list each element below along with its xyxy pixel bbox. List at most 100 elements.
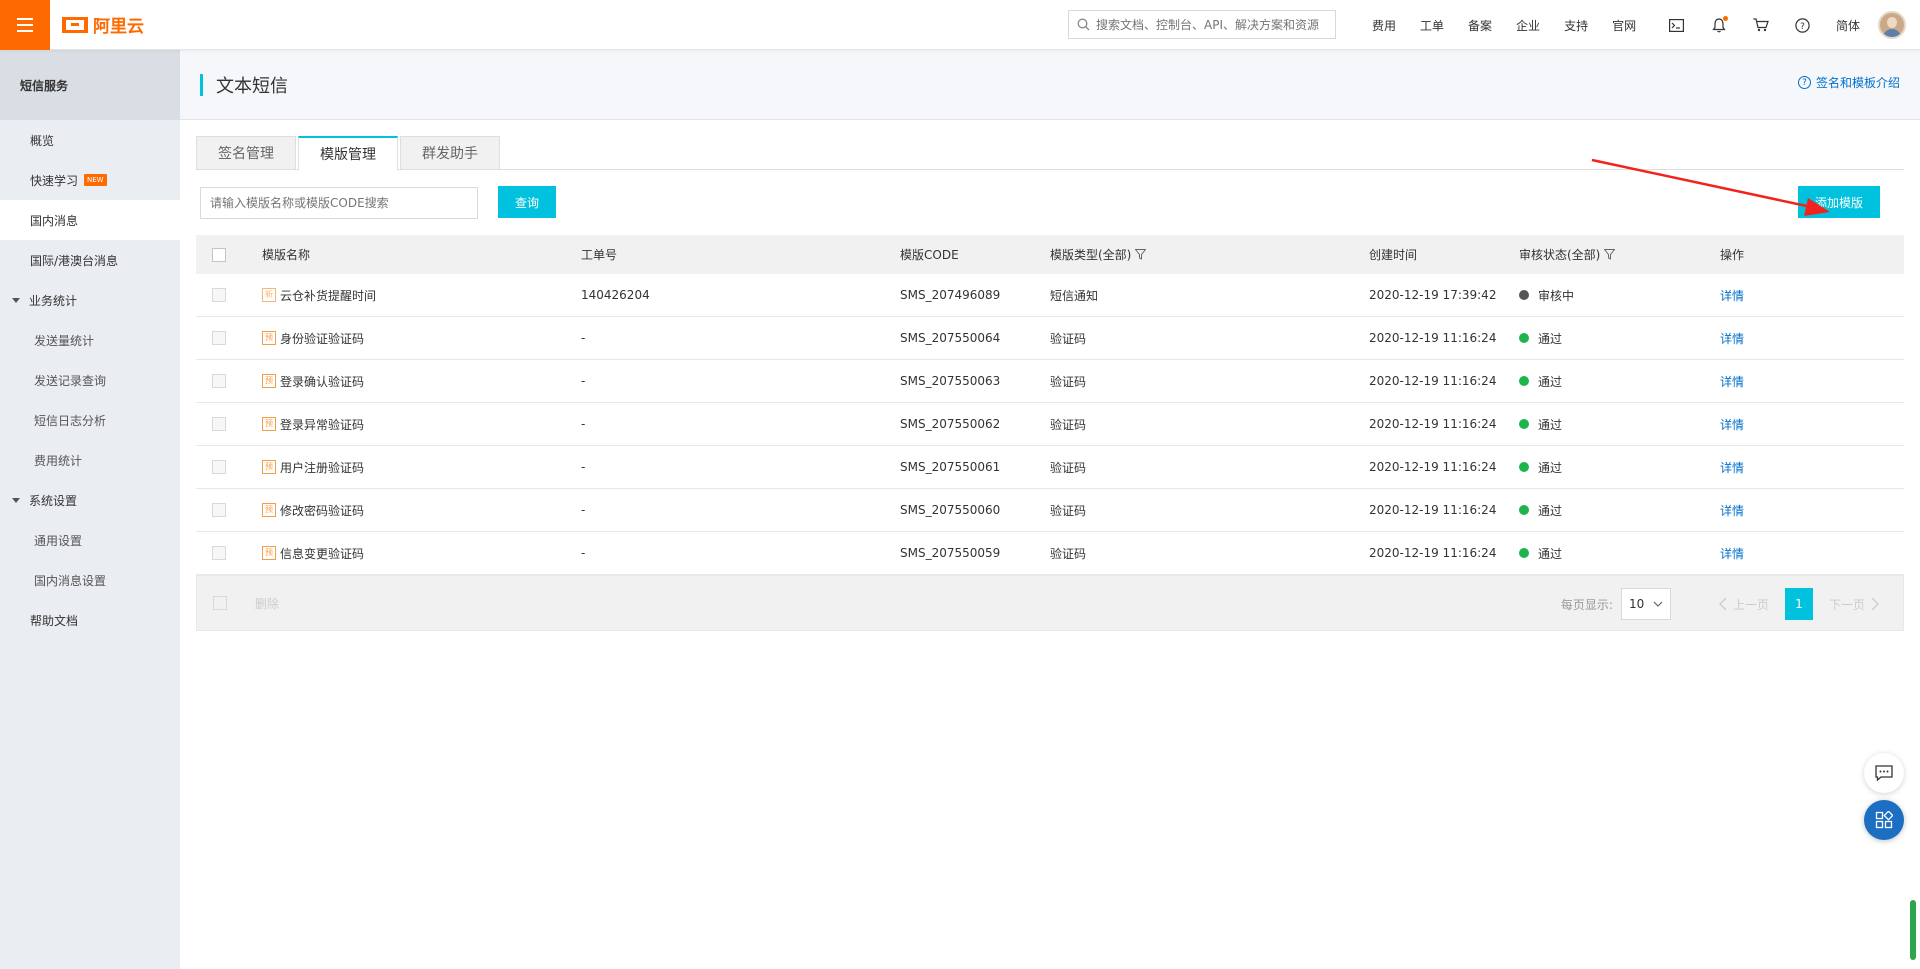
aliyun-logo[interactable]: 阿里云: [62, 12, 144, 37]
nav-support[interactable]: 支持: [1552, 17, 1600, 34]
template-code: SMS_207496089: [900, 288, 1001, 302]
menu-icon[interactable]: [0, 0, 50, 50]
sidebar-item-cost-stats[interactable]: 费用统计: [0, 440, 180, 480]
filter-icon[interactable]: [1135, 249, 1147, 260]
col-template-type[interactable]: 模版类型(全部): [1050, 246, 1369, 263]
row-checkbox[interactable]: [212, 546, 226, 560]
actions-cell: 详情: [1720, 373, 1870, 390]
tab-bulk-send-assistant[interactable]: 群发助手: [400, 136, 500, 170]
question-circle-icon: ?: [1797, 76, 1811, 89]
sidebar-item-log-analysis[interactable]: 短信日志分析: [0, 400, 180, 440]
sidebar-item-send-volume[interactable]: 发送量统计: [0, 320, 180, 360]
details-link[interactable]: 详情: [1720, 502, 1744, 519]
global-search[interactable]: [1068, 10, 1336, 39]
sidebar-item-overview[interactable]: 概览: [0, 120, 180, 160]
template-tag: 预: [262, 546, 276, 560]
chat-icon[interactable]: [1864, 753, 1904, 793]
sidebar-group-label: 系统设置: [29, 493, 78, 508]
help-icon[interactable]: ?: [1782, 0, 1824, 50]
apps-icon[interactable]: [1864, 800, 1904, 840]
sidebar-item-label: 帮助文档: [30, 613, 79, 628]
template-search-input[interactable]: [200, 187, 478, 219]
select-all-checkbox[interactable]: [212, 247, 226, 262]
help-link[interactable]: ? 签名和模板介绍: [1797, 74, 1900, 91]
help-link-label: 签名和模板介绍: [1815, 76, 1900, 90]
ticket-no: -: [581, 546, 586, 560]
row-checkbox-cell: [196, 331, 262, 345]
terminal-icon[interactable]: [1656, 0, 1698, 50]
details-link[interactable]: 详情: [1720, 459, 1744, 476]
created-time: 2020-12-19 11:16:24: [1369, 503, 1497, 517]
title-accent-bar: [200, 73, 203, 96]
footer-select-all-checkbox[interactable]: [213, 596, 227, 610]
sidebar-item-general-settings[interactable]: 通用设置: [0, 520, 180, 560]
actions-cell: 详情: [1720, 502, 1870, 519]
details-link[interactable]: 详情: [1720, 287, 1744, 304]
page-size-select[interactable]: 10: [1620, 588, 1671, 620]
row-checkbox[interactable]: [212, 460, 226, 474]
template-name: 身份验证验证码: [280, 331, 365, 346]
sidebar-item-help-docs[interactable]: 帮助文档: [0, 600, 180, 640]
sidebar-item-send-records[interactable]: 发送记录查询: [0, 360, 180, 400]
notification-dot: [1722, 16, 1728, 21]
tab-bar: 签名管理 模版管理 群发助手: [196, 136, 1904, 171]
review-status-label: 审核中: [1538, 288, 1575, 303]
filter-icon[interactable]: [1604, 249, 1616, 260]
status-dot: [1519, 462, 1529, 472]
sidebar-group-label: 业务统计: [29, 293, 78, 308]
table-row: 预登录异常验证码 - SMS_207550062 验证码 2020-12-19 11:1…: [196, 403, 1904, 446]
sidebar-group-system-settings[interactable]: 系统设置: [0, 480, 180, 520]
details-link[interactable]: 详情: [1720, 330, 1744, 347]
details-link[interactable]: 详情: [1720, 373, 1744, 390]
sidebar-item-label: 概览: [30, 133, 55, 148]
tab-template-management[interactable]: 模版管理: [298, 136, 398, 171]
bell-icon[interactable]: [1698, 0, 1740, 50]
details-link[interactable]: 详情: [1720, 545, 1744, 562]
sidebar-group-business-stats[interactable]: 业务统计: [0, 280, 180, 320]
details-link[interactable]: 详情: [1720, 416, 1744, 433]
delete-button[interactable]: 删除: [255, 595, 279, 612]
nav-enterprise[interactable]: 企业: [1504, 17, 1552, 34]
sidebar-item-international-messages[interactable]: 国际/港澳台消息: [0, 240, 180, 280]
template-name: 登录异常验证码: [280, 417, 365, 432]
review-status-label: 通过: [1538, 417, 1563, 432]
prev-page-button[interactable]: 上一页: [1711, 588, 1777, 620]
scroll-indicator[interactable]: [1910, 900, 1916, 960]
created-time: 2020-12-19 11:16:24: [1369, 546, 1497, 560]
next-page-button[interactable]: 下一页: [1821, 588, 1887, 620]
row-checkbox[interactable]: [212, 331, 226, 345]
col-review-status[interactable]: 审核状态(全部): [1519, 246, 1720, 263]
row-checkbox[interactable]: [212, 374, 226, 388]
status-dot: [1519, 376, 1529, 386]
tab-signature-management[interactable]: 签名管理: [196, 136, 296, 170]
table-row: 预用户注册验证码 - SMS_207550061 验证码 2020-12-19 11:1…: [196, 446, 1904, 489]
sidebar-item-domestic-settings[interactable]: 国内消息设置: [0, 560, 180, 600]
actions-cell: 详情: [1720, 545, 1870, 562]
template-code: SMS_207550061: [900, 460, 1001, 474]
svg-text:?: ?: [1801, 22, 1806, 32]
created-time: 2020-12-19 11:16:24: [1369, 374, 1497, 388]
row-checkbox[interactable]: [212, 288, 226, 302]
page-number-current[interactable]: 1: [1784, 588, 1813, 620]
nav-tickets[interactable]: 工单: [1408, 17, 1456, 34]
nav-icp[interactable]: 备案: [1456, 17, 1504, 34]
sidebar-item-label: 国内消息: [30, 213, 79, 228]
add-template-button[interactable]: 添加模版: [1798, 186, 1880, 218]
top-icons: ? 简体: [1656, 0, 1920, 50]
sidebar-item-quick-learn[interactable]: 快速学习 NEW: [0, 160, 180, 200]
sidebar-item-domestic-messages[interactable]: 国内消息: [0, 200, 180, 240]
col-review-status-label: 审核状态(全部): [1519, 248, 1601, 262]
table-row: 预登录确认验证码 - SMS_207550063 验证码 2020-12-19 11:1…: [196, 360, 1904, 403]
row-checkbox[interactable]: [212, 503, 226, 517]
user-avatar[interactable]: [1878, 11, 1906, 39]
top-bar: 阿里云 费用 工单 备案 企业 支持 官网 ? 简体: [0, 0, 1920, 50]
nav-official-site[interactable]: 官网: [1600, 17, 1648, 34]
sidebar-item-label: 国内消息设置: [34, 573, 107, 588]
language-switch[interactable]: 简体: [1824, 17, 1872, 34]
global-search-input[interactable]: [1096, 17, 1326, 32]
cart-icon[interactable]: [1740, 0, 1782, 50]
template-code: SMS_207550062: [900, 417, 1001, 431]
query-button[interactable]: 查询: [498, 186, 556, 218]
row-checkbox[interactable]: [212, 417, 226, 431]
nav-billing[interactable]: 费用: [1360, 17, 1408, 34]
